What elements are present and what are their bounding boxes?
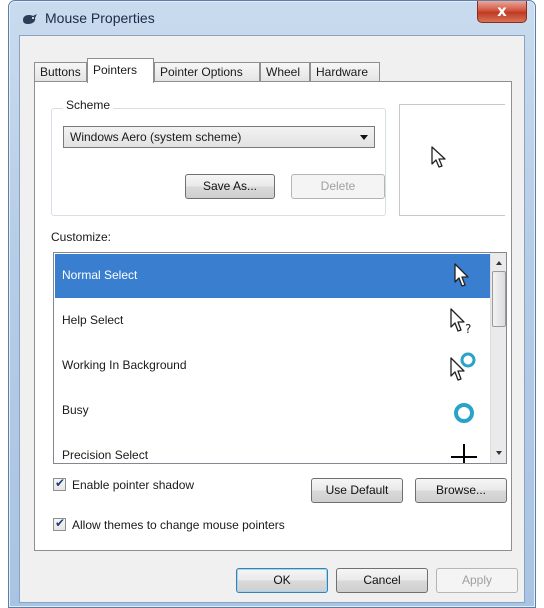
enable-shadow-label: Enable pointer shadow: [72, 478, 195, 492]
use-default-button[interactable]: Use Default: [311, 478, 403, 503]
mouse-properties-window: Mouse Properties x Buttons Pointers Poin…: [8, 0, 536, 608]
allow-themes-label: Allow themes to change mouse pointers: [72, 518, 285, 532]
list-item-label: Working In Background: [62, 358, 187, 372]
list-item-help-select[interactable]: Help Select ?: [55, 299, 492, 343]
arrow-pointer-icon: [454, 263, 469, 287]
scheme-dropdown-value: Windows Aero (system scheme): [70, 130, 242, 144]
enable-shadow-checkbox[interactable]: ✔: [53, 476, 66, 491]
list-item-normal-select[interactable]: Normal Select: [55, 254, 492, 298]
list-item-label: Help Select: [62, 313, 124, 327]
scroll-up-icon[interactable]: [492, 255, 506, 271]
tab-hardware[interactable]: Hardware: [310, 62, 380, 82]
apply-button[interactable]: Apply: [436, 568, 518, 593]
title-bar[interactable]: Mouse Properties x: [9, 1, 535, 35]
chevron-down-icon: [360, 135, 368, 140]
cancel-button[interactable]: Cancel: [336, 568, 428, 593]
list-item-label: Precision Select: [62, 448, 149, 462]
scrollbar-thumb[interactable]: [492, 271, 506, 327]
tab-buttons[interactable]: Buttons: [34, 62, 87, 82]
tab-pointer-options[interactable]: Pointer Options: [154, 62, 260, 82]
arrow-pointer-icon: [431, 146, 446, 168]
scheme-groupbox: [51, 108, 386, 216]
dialog-client-area: Buttons Pointers Pointer Options Wheel H…: [19, 35, 525, 603]
list-item-busy[interactable]: Busy: [55, 389, 492, 433]
ok-button[interactable]: OK: [236, 568, 328, 593]
list-item-precision-select[interactable]: Precision Select: [55, 434, 492, 463]
pointer-list[interactable]: Normal Select Help Select ? Working In B…: [53, 252, 507, 464]
mouse-icon: [23, 14, 37, 24]
checkmark-icon: ✔: [55, 476, 66, 490]
delete-button[interactable]: Delete: [291, 174, 385, 199]
list-item-working-in-background[interactable]: Working In Background: [55, 344, 492, 388]
window-title: Mouse Properties: [45, 10, 155, 26]
pointer-preview: [399, 104, 505, 216]
list-item-label: Busy: [62, 403, 89, 417]
customize-label: Customize:: [51, 230, 112, 244]
working-pointer-icon: [450, 352, 476, 381]
svg-text:?: ?: [465, 322, 471, 336]
browse-button[interactable]: Browse...: [415, 478, 507, 503]
scheme-dropdown[interactable]: Windows Aero (system scheme): [63, 126, 375, 148]
close-button[interactable]: x: [477, 1, 527, 23]
allow-themes-checkbox[interactable]: ✔: [53, 516, 66, 531]
tab-wheel[interactable]: Wheel: [260, 62, 310, 82]
scroll-down-icon[interactable]: [492, 445, 506, 461]
save-as-button[interactable]: Save As...: [185, 174, 275, 199]
checkmark-icon: ✔: [55, 516, 66, 530]
pointers-tab-panel: Scheme Windows Aero (system scheme) Save…: [34, 81, 512, 551]
scheme-group-label: Scheme: [63, 98, 114, 112]
list-item-label: Normal Select: [62, 268, 138, 282]
crosshair-icon: [451, 444, 477, 463]
tab-pointers[interactable]: Pointers: [87, 58, 154, 83]
list-scrollbar[interactable]: [490, 253, 506, 463]
busy-ring-icon: [454, 403, 474, 423]
help-pointer-icon: ?: [450, 308, 471, 336]
